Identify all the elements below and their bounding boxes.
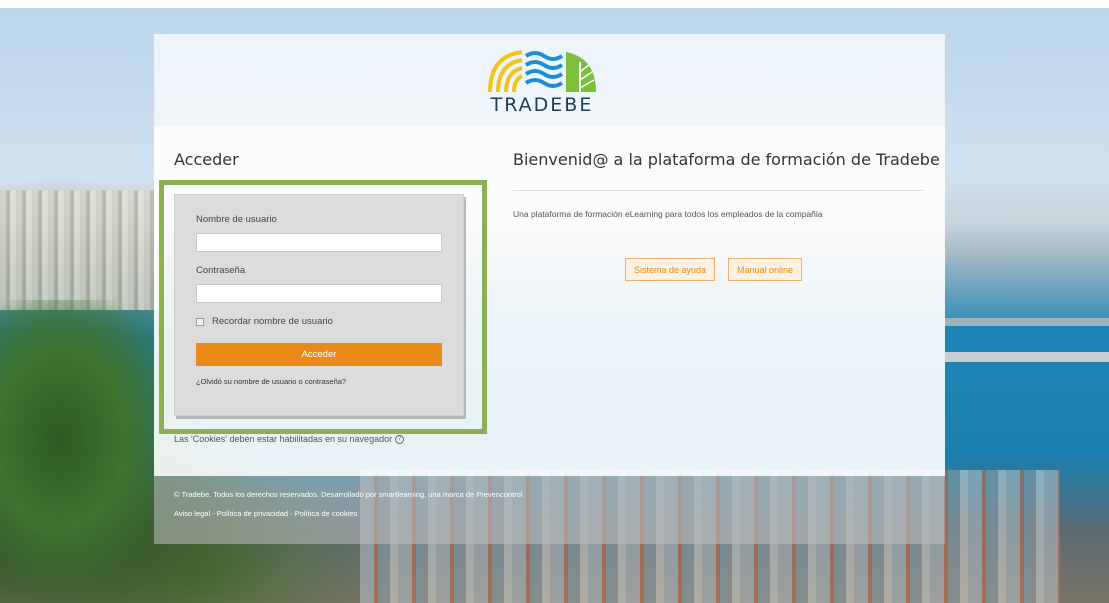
login-title: Acceder xyxy=(174,150,239,169)
panel-header: TRADEBE xyxy=(154,34,945,126)
tradebe-logo: TRADEBE xyxy=(472,48,612,118)
background-pier xyxy=(945,318,1109,388)
welcome-title: Bienvenid@ a la plataforma de formación … xyxy=(513,150,940,169)
online-manual-button[interactable]: Manual online xyxy=(728,258,803,281)
background-trees xyxy=(0,300,160,603)
divider xyxy=(513,190,923,191)
logo-text: TRADEBE xyxy=(490,94,594,116)
footer-copyright: © Tradebe. Todos los derechos reservados… xyxy=(174,490,523,499)
tradebe-logo-icon xyxy=(488,50,596,92)
cookies-notice: Las 'Cookies' deben estar habilitadas en… xyxy=(174,434,405,444)
background-city xyxy=(0,190,160,310)
help-icon[interactable]: ? xyxy=(395,434,405,444)
welcome-description: Una plataforma de formación eLearning pa… xyxy=(513,209,823,219)
help-system-button[interactable]: Sistema de ayuda xyxy=(625,258,716,281)
highlight-frame xyxy=(159,180,487,434)
footer-legal-links[interactable]: Aviso legal - Política de privacidad - P… xyxy=(174,509,357,518)
main-panel: TRADEBE Acceder Nombre de usuario Contra… xyxy=(154,34,945,544)
cookies-notice-text: Las 'Cookies' deben estar habilitadas en… xyxy=(174,434,393,444)
